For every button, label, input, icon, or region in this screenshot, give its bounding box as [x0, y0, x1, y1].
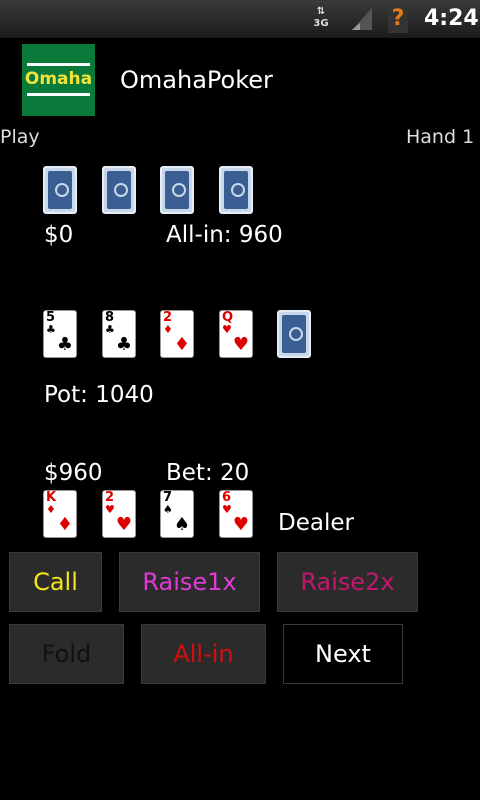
- hand-label: Hand 1: [406, 126, 475, 148]
- player-card-4: 6 ♥ ♥: [219, 490, 253, 538]
- player-card-2: 2 ♥ ♥: [102, 490, 136, 538]
- board-card-1: 5 ♣ ♣: [43, 310, 77, 358]
- card-suit: ♦: [163, 323, 173, 336]
- player-money: $960: [44, 460, 103, 486]
- play-label: Play: [0, 126, 40, 148]
- alert-icon[interactable]: ?: [388, 5, 408, 33]
- heart-icon: ♥: [115, 514, 132, 535]
- opponent-card-4: [219, 166, 253, 214]
- opponent-status: All-in: 960: [166, 222, 283, 248]
- diamond-icon: ♦: [56, 514, 73, 535]
- app-title: OmahaPoker: [120, 66, 273, 94]
- club-icon: ♣: [56, 334, 73, 355]
- all-in-button[interactable]: All-in: [141, 624, 266, 684]
- dealer-label: Dealer: [278, 510, 354, 536]
- opponent-card-3: [160, 166, 194, 214]
- heart-icon: ♥: [232, 334, 249, 355]
- card-suit: ♣: [105, 323, 115, 336]
- board-card-5-facedown: [277, 310, 311, 358]
- diamond-icon: ♦: [173, 334, 190, 355]
- network-3g-icon: ⇅ 3G: [313, 6, 329, 29]
- card-suit: ♥: [105, 503, 115, 516]
- fold-button[interactable]: Fold: [9, 624, 124, 684]
- app-logo: Omaha: [22, 44, 95, 116]
- player-card-3: 7 ♠ ♠: [160, 490, 194, 538]
- board-card-4: Q ♥ ♥: [219, 310, 253, 358]
- signal-icon: [352, 8, 372, 30]
- opponent-card-2: [102, 166, 136, 214]
- network-label: 3G: [313, 18, 329, 29]
- card-suit: ♥: [222, 503, 232, 516]
- pot-label: Pot: 1040: [44, 382, 154, 408]
- card-suit: ♦: [46, 503, 56, 516]
- opponent-money: $0: [44, 222, 74, 248]
- raise2x-button[interactable]: Raise2x: [277, 552, 418, 612]
- card-suit: ♥: [222, 323, 232, 336]
- card-suit: ♣: [46, 323, 56, 336]
- next-button[interactable]: Next: [283, 624, 403, 684]
- player-bet: Bet: 20: [166, 460, 250, 486]
- board-card-2: 8 ♣ ♣: [102, 310, 136, 358]
- board-card-3: 2 ♦ ♦: [160, 310, 194, 358]
- opponent-card-1: [43, 166, 77, 214]
- status-bar: ⇅ 3G ? 4:24: [0, 0, 480, 38]
- club-icon: ♣: [115, 334, 132, 355]
- logo-bar-top: [27, 63, 90, 66]
- card-suit: ♠: [163, 503, 173, 516]
- logo-text: Omaha: [24, 69, 93, 89]
- player-card-1: K ♦ ♦: [43, 490, 77, 538]
- raise1x-button[interactable]: Raise1x: [119, 552, 260, 612]
- clock: 4:24: [424, 6, 479, 31]
- logo-bar-bottom: [27, 93, 90, 96]
- heart-icon: ♥: [232, 514, 249, 535]
- call-button[interactable]: Call: [9, 552, 102, 612]
- spade-icon: ♠: [173, 514, 190, 535]
